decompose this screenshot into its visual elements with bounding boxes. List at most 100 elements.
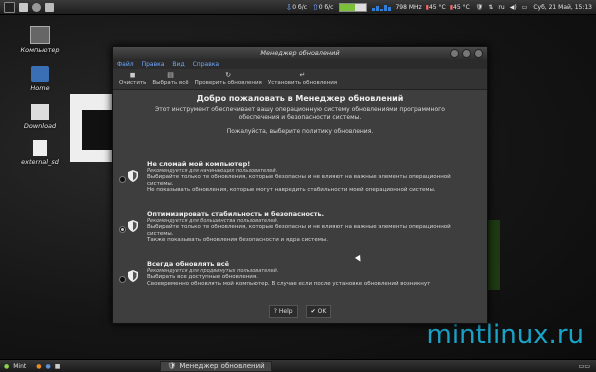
- option-title: Всегда обновлять всё: [147, 260, 230, 268]
- battery-icon[interactable]: ▭: [522, 4, 528, 11]
- option-title: Оптимизировать стабильность и безопаснос…: [147, 210, 325, 218]
- top-panel: ⇩ 0 б/с ⇧ 0 б/с 798 MHz ▮ 45 °C ▮ 45 °C …: [0, 0, 596, 15]
- clear-button[interactable]: ◼ Очистить: [119, 69, 146, 86]
- intro-line-2: обеспечения и безопасности системы.: [238, 114, 362, 121]
- mail-icon[interactable]: ●: [46, 363, 51, 370]
- radio-always[interactable]: [119, 276, 126, 283]
- bottom-panel: ● Mint ● ● ■ 🛡 Менеджер обновлений ▭▭: [0, 359, 596, 372]
- desktop-icon-computer[interactable]: Компьютер: [10, 26, 70, 54]
- welcome-title: Добро пожаловать в Менеджер обновлений: [196, 94, 404, 103]
- window-controls: [450, 49, 483, 58]
- close-button[interactable]: [474, 49, 483, 58]
- policy-option-always[interactable]: Всегда обновлять всё Рекомендуется для п…: [117, 260, 479, 300]
- clock[interactable]: Суб, 21 Май, 15:13: [533, 4, 592, 11]
- upload-arrow-icon: ⇧: [312, 2, 319, 12]
- firefox-icon[interactable]: ●: [36, 363, 41, 370]
- watermark-text: mintlinux.ru: [426, 320, 584, 350]
- intro-line-1: Этот инструмент обеспечивает вашу операц…: [155, 106, 445, 113]
- folder-icon[interactable]: [19, 2, 28, 12]
- memory-meter[interactable]: [339, 2, 368, 12]
- ok-button[interactable]: ✔ OK: [305, 305, 332, 318]
- menubar: Файл Правка Вид Справка: [113, 59, 487, 69]
- volume-icon[interactable]: ◀): [510, 4, 517, 11]
- option-line: Своевременно обновлять мой компьютер. В …: [147, 280, 431, 287]
- settings-icon[interactable]: [32, 2, 41, 12]
- window-title: Менеджер обновлений: [260, 49, 340, 57]
- terminal-icon[interactable]: [4, 1, 15, 13]
- check-icon: ✔: [310, 308, 316, 315]
- desktop-icon-download[interactable]: Download: [10, 104, 70, 130]
- menu-view[interactable]: Вид: [172, 61, 184, 68]
- menu-edit[interactable]: Правка: [142, 61, 165, 68]
- screenshot-icon[interactable]: [45, 2, 54, 12]
- shield-icon: [128, 220, 138, 232]
- wallpaper-shape-inner: [82, 110, 112, 150]
- policy-option-safe[interactable]: Не сломай мой компьютер! Рекомендуется д…: [117, 160, 479, 200]
- download-folder-icon: [31, 104, 49, 120]
- choose-policy-text: Пожалуйста, выберите политику обновления…: [226, 128, 374, 135]
- taskbar-label: Менеджер обновлений: [179, 362, 265, 370]
- net-down-rate: 0 б/с: [292, 3, 308, 11]
- dialog-buttons: ? Help ✔ OK: [113, 305, 487, 318]
- temperature-1: 45 °C: [428, 3, 446, 11]
- desktop-icon-label: Home: [30, 84, 50, 92]
- select-all-label: Выбрать всё: [152, 80, 189, 86]
- toolbar: ◼ Очистить ▤ Выбрать всё ↻ Проверить обн…: [113, 69, 487, 90]
- clear-icon: ◼: [129, 71, 136, 79]
- refresh-label: Проверить обновления: [194, 80, 262, 86]
- menu-help[interactable]: Справка: [193, 61, 219, 68]
- select-all-button[interactable]: ▤ Выбрать всё: [152, 69, 188, 86]
- window-titlebar[interactable]: Менеджер обновлений: [113, 47, 487, 59]
- select-all-icon: ▤: [167, 71, 174, 79]
- desktop-icon-external-sd[interactable]: external_sd: [10, 140, 70, 166]
- option-text: Оптимизировать стабильность и безопаснос…: [147, 210, 477, 244]
- welcome-panel: Добро пожаловать в Менеджер обновлений Э…: [113, 90, 487, 322]
- workspace-switcher[interactable]: ▭▭: [579, 363, 590, 370]
- radio-safe[interactable]: [119, 176, 126, 183]
- desktop-icon-home[interactable]: Home: [10, 66, 70, 92]
- maximize-button[interactable]: [462, 49, 471, 58]
- help-label: Help: [278, 308, 293, 315]
- mint-menu-icon[interactable]: ●: [4, 363, 9, 370]
- install-label: Установить обновления: [267, 80, 338, 86]
- option-text: Всегда обновлять всё Рекомендуется для п…: [147, 260, 477, 287]
- desktop-icon-label: Download: [23, 122, 57, 130]
- option-line: Также показывать обновления безопасности…: [147, 237, 329, 243]
- help-button[interactable]: ? Help: [268, 305, 298, 318]
- option-line: Выбирайте только те обновления, которые …: [147, 174, 451, 180]
- memory-fill: [340, 3, 355, 11]
- option-line: Не показывать обновления, которые могут …: [147, 187, 436, 193]
- policy-option-optimize[interactable]: Оптимизировать стабильность и безопаснос…: [117, 210, 479, 250]
- help-icon: ?: [273, 308, 277, 315]
- refresh-icon: ↻: [225, 71, 232, 79]
- computer-icon: [30, 26, 50, 44]
- taskbar-update-manager[interactable]: 🛡 Менеджер обновлений: [160, 360, 272, 372]
- mint-menu-button[interactable]: Mint: [13, 363, 26, 370]
- home-folder-icon: [31, 66, 49, 82]
- option-line: Выбирайте только те обновления, которые …: [147, 224, 451, 230]
- ok-label: OK: [317, 308, 327, 315]
- document-icon: [33, 140, 47, 156]
- shield-tray-icon[interactable]: 🛡: [476, 4, 484, 11]
- cpu-frequency: 798 MHz: [395, 3, 422, 11]
- desktop-icon-label: Компьютер: [20, 46, 60, 54]
- network-tray-icon[interactable]: ⇅: [488, 4, 493, 11]
- files-icon[interactable]: ■: [55, 363, 61, 370]
- cpu-graph: [372, 3, 392, 11]
- shield-task-icon: 🛡: [167, 362, 177, 370]
- net-up-rate: 0 б/с: [318, 3, 334, 11]
- install-updates-button[interactable]: ↵ Установить обновления: [268, 69, 337, 86]
- update-manager-window: Менеджер обновлений Файл Правка Вид Спра…: [112, 46, 488, 324]
- shield-icon: [128, 270, 138, 282]
- menu-file[interactable]: Файл: [117, 61, 134, 68]
- install-icon: ↵: [299, 71, 306, 79]
- intro-text: Этот инструмент обеспечивает вашу операц…: [113, 106, 487, 122]
- refresh-button[interactable]: ↻ Проверить обновления: [195, 69, 262, 86]
- keyboard-layout[interactable]: ru: [498, 4, 504, 11]
- option-text: Не сломай мой компьютер! Рекомендуется д…: [147, 160, 477, 194]
- temperature-2: 45 °C: [453, 3, 470, 11]
- minimize-button[interactable]: [450, 49, 459, 58]
- option-title: Не сломай мой компьютер!: [147, 160, 251, 168]
- download-arrow-icon: ⇩: [285, 2, 293, 12]
- radio-optimize[interactable]: [119, 226, 126, 233]
